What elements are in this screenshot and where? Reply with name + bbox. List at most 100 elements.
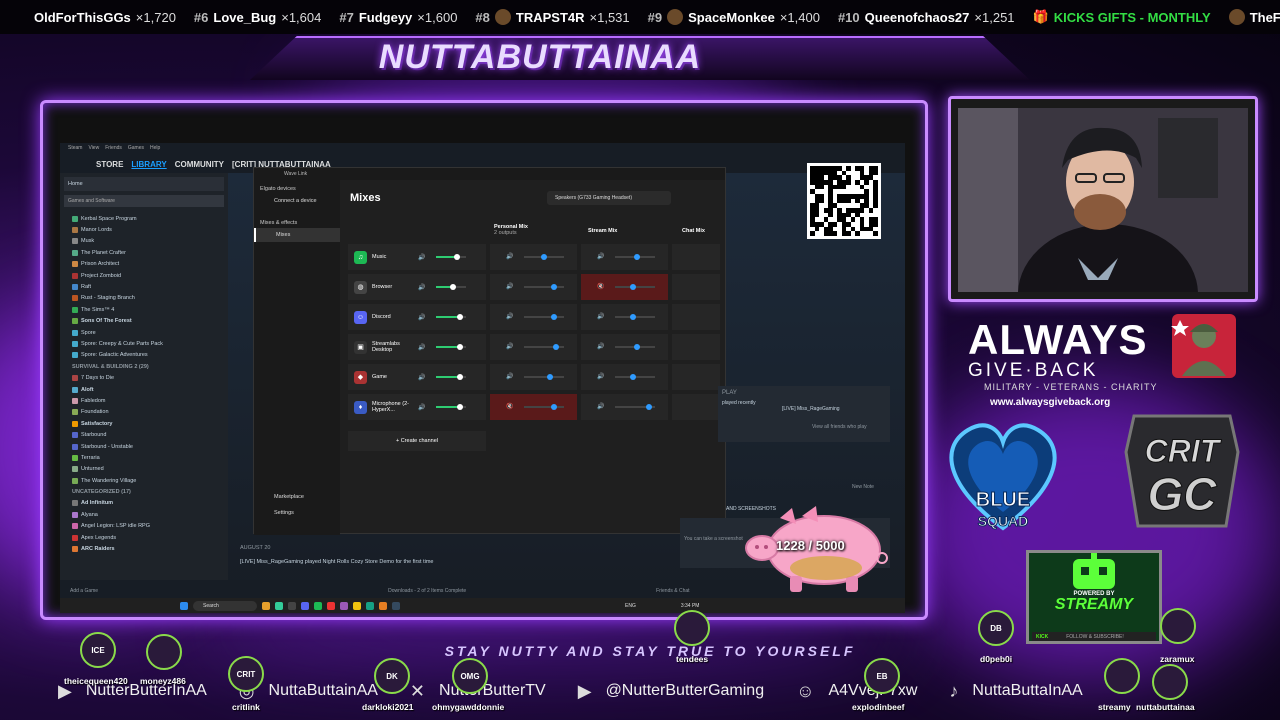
stream-mix-volume-cell[interactable]: 🔊 [581, 364, 668, 390]
social-handle[interactable]: NuttaButtaInAA [972, 682, 1082, 700]
game-list-item[interactable]: Terraria [60, 452, 228, 463]
channel-source[interactable]: ◆ Game 🔊 [348, 364, 486, 390]
game-list-item[interactable]: Alyana [60, 509, 228, 520]
mix-volume-slider[interactable] [524, 284, 564, 290]
speaker-icon[interactable]: 🔊 [506, 373, 513, 380]
speaker-icon[interactable]: 🔊 [418, 254, 425, 261]
speaker-icon[interactable]: 🔊 [418, 374, 425, 381]
taskbar-search[interactable]: Search [193, 600, 257, 611]
personal-mix-volume-cell[interactable]: 🔊 [490, 334, 577, 360]
connect-device-button[interactable]: Connect a device [254, 194, 340, 208]
steam-menu-item[interactable]: Steam [68, 145, 82, 153]
friends-chat-button[interactable]: Friends & Chat [656, 588, 689, 594]
speaker-icon[interactable]: 🔊 [418, 314, 425, 321]
speaker-icon[interactable]: 🔊 [597, 343, 604, 350]
personal-mix-header[interactable]: Personal Mix 2 outputs [494, 224, 528, 236]
game-list-item[interactable]: The Planet Crafter [60, 247, 228, 258]
channel-volume-slider[interactable] [436, 314, 466, 320]
tab-library[interactable]: LIBRARY [131, 160, 166, 169]
speaker-icon[interactable]: 🔊 [597, 373, 604, 380]
create-channel-button[interactable]: + Create channel [348, 431, 486, 451]
game-list-item[interactable]: ARC Raiders [60, 543, 228, 554]
game-list-item[interactable]: Foundation [60, 407, 228, 418]
game-list-item[interactable]: Apex Legends [60, 532, 228, 543]
clock[interactable]: 3:34 PM [681, 603, 700, 609]
discord-taskbar-icon[interactable] [301, 601, 309, 610]
stream-mix-volume-cell[interactable]: 🔊 [581, 304, 668, 330]
collection-header[interactable]: SURVIVAL & BUILDING 2 (29) [60, 361, 228, 372]
chat-mix-volume-cell[interactable] [672, 364, 720, 390]
game-list-item[interactable]: Sons Of The Forest [60, 316, 228, 327]
mixes-nav-item[interactable]: Mixes [254, 228, 340, 242]
steam-menu-item[interactable]: View [88, 145, 99, 153]
personal-mix-volume-cell[interactable]: 🔊 [490, 304, 577, 330]
speaker-icon[interactable]: 🔊 [597, 253, 604, 260]
downloads-status[interactable]: Downloads - 2 of 2 Items Complete [388, 588, 466, 594]
friend-name[interactable]: [LIVE] Miss_RageGaming [782, 406, 886, 412]
steam-home-button[interactable]: Home [64, 177, 224, 191]
personal-mix-volume-cell[interactable]: 🔊 [490, 274, 577, 300]
speaker-icon[interactable]: 🔊 [418, 284, 425, 291]
channel-source[interactable]: ◍ Browser 🔊 [348, 274, 486, 300]
mix-volume-slider[interactable] [524, 344, 564, 350]
speaker-icon[interactable]: 🔊 [506, 313, 513, 320]
game-list-item[interactable]: Starbound [60, 429, 228, 440]
game-list-item[interactable]: Spore: Creepy & Cute Parts Pack [60, 338, 228, 349]
game-list-item[interactable]: 7 Days to Die [60, 372, 228, 383]
tab-community[interactable]: COMMUNITY [175, 160, 224, 169]
speaker-icon[interactable]: 🔊 [597, 403, 604, 410]
file-explorer-icon[interactable] [262, 601, 270, 610]
game-list-item[interactable]: Prison Architect [60, 259, 228, 270]
mix-volume-slider[interactable] [524, 314, 564, 320]
mix-volume-slider[interactable] [615, 314, 655, 320]
app-taskbar-icon[interactable] [327, 601, 335, 610]
personal-mix-volume-cell[interactable]: 🔊 [490, 244, 577, 270]
social-handle[interactable]: NuttaButtainAA [269, 682, 378, 700]
new-note-button[interactable]: New Note [852, 484, 874, 490]
mix-volume-slider[interactable] [615, 404, 655, 410]
speaker-icon[interactable]: 🔊 [597, 313, 604, 320]
game-list-item[interactable]: Starbound - Unstable [60, 441, 228, 452]
game-list-item[interactable]: Fabledom [60, 395, 228, 406]
stream-mix-volume-cell[interactable]: 🔊 [581, 394, 668, 420]
collection-header[interactable]: UNCATEGORIZED (17) [60, 486, 228, 497]
steam-taskbar-icon[interactable] [288, 601, 296, 610]
stream-mix-volume-cell[interactable]: 🔊 [581, 244, 668, 270]
game-list-item[interactable]: Kerbal Space Program [60, 213, 228, 224]
app-taskbar-icon[interactable] [392, 601, 400, 610]
windows-start-icon[interactable] [180, 601, 188, 610]
channel-source[interactable]: ♫ Music 🔊 [348, 244, 486, 270]
steam-menu-item[interactable]: Help [150, 145, 160, 153]
channel-volume-slider[interactable] [436, 284, 466, 290]
game-list-item[interactable]: Spore [60, 327, 228, 338]
output-device-select[interactable]: Speakers (G733 Gaming Headset) [547, 191, 671, 205]
game-list-item[interactable]: Unturned [60, 464, 228, 475]
game-list-item[interactable]: The Sims™ 4 [60, 304, 228, 315]
mix-volume-slider[interactable] [524, 374, 564, 380]
muted-speaker-icon[interactable]: 🔇 [597, 283, 604, 290]
mix-volume-slider[interactable] [615, 284, 655, 290]
game-list-item[interactable]: Musk [60, 236, 228, 247]
mix-volume-slider[interactable] [524, 404, 564, 410]
spotify-taskbar-icon[interactable] [314, 601, 322, 610]
tab-store[interactable]: STORE [96, 160, 123, 169]
chat-mix-volume-cell[interactable] [672, 244, 720, 270]
game-list-item[interactable]: Ad Infinitum [60, 498, 228, 509]
speaker-icon[interactable]: 🔊 [418, 344, 425, 351]
app-taskbar-icon[interactable] [340, 601, 348, 610]
steam-menu-item[interactable]: Friends [105, 145, 122, 153]
mix-volume-slider[interactable] [615, 344, 655, 350]
game-list-item[interactable]: Angel Legion: LSP idle RPG [60, 521, 228, 532]
mix-volume-slider[interactable] [524, 254, 564, 260]
personal-mix-volume-cell[interactable]: 🔊 [490, 364, 577, 390]
speaker-icon[interactable]: 🔊 [506, 343, 513, 350]
game-list-item[interactable]: Rust - Staging Branch [60, 293, 228, 304]
chat-mix-volume-cell[interactable] [672, 304, 720, 330]
view-friends-link[interactable]: View all friends who play [812, 424, 886, 430]
game-list-item[interactable]: Satisfactory [60, 418, 228, 429]
speaker-icon[interactable]: 🔊 [418, 404, 425, 411]
mix-volume-slider[interactable] [615, 374, 655, 380]
social-handle[interactable]: @NutterButterGaming [606, 682, 765, 700]
game-list-item[interactable]: Spore: Galactic Adventures [60, 350, 228, 361]
add-game-button[interactable]: Add a Game [70, 588, 98, 594]
